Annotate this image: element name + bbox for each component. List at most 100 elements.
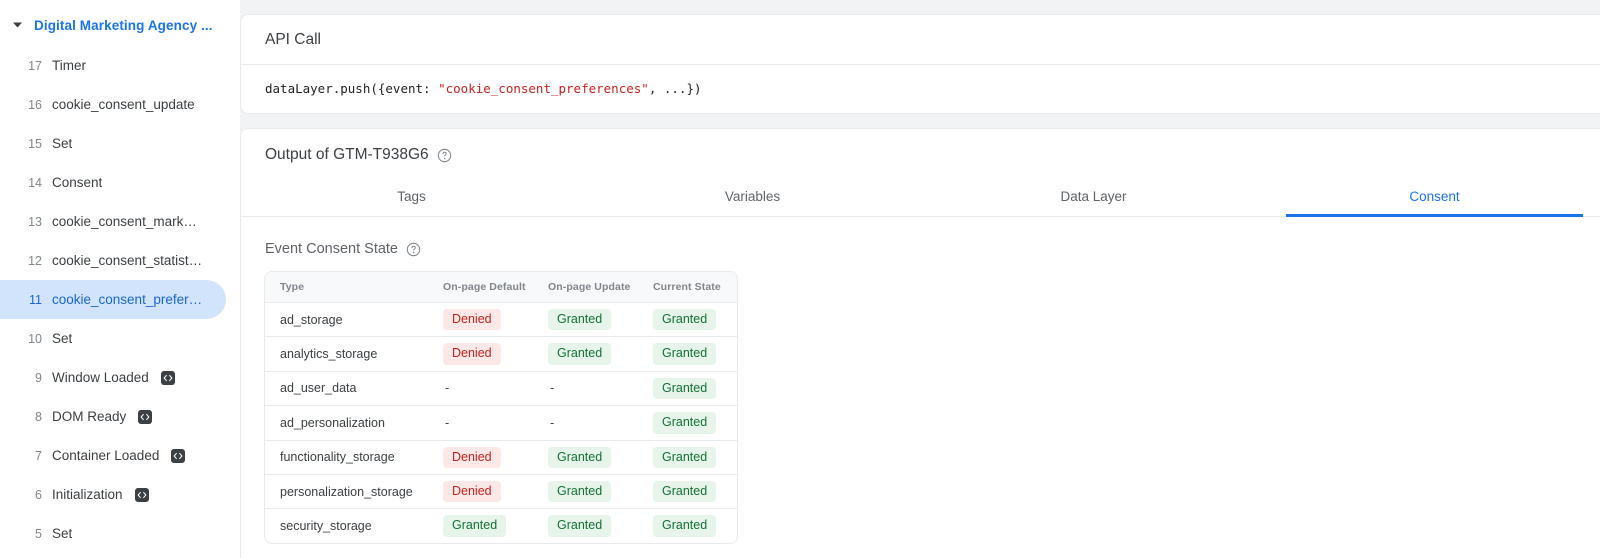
consent-type-label: functionality_storage <box>280 450 395 464</box>
sidebar-item-number: 15 <box>26 137 42 151</box>
sidebar-item-initialization[interactable]: 6 Initialization <box>0 475 226 514</box>
help-circle-icon[interactable] <box>437 148 452 163</box>
output-title-row: Output of GTM-T938G6 <box>241 129 1600 164</box>
table-header: TypeOn-page DefaultOn-page UpdateCurrent… <box>265 272 738 303</box>
status-badge: Granted <box>548 309 611 330</box>
sidebar-item-label: cookie_consent_statistics <box>52 253 204 268</box>
cell-current-state: Granted <box>653 303 738 337</box>
sidebar-item-label: cookie_consent_update <box>52 97 195 112</box>
main-panel: API Call dataLayer.push({event: "cookie_… <box>240 0 1600 558</box>
cell-on-page-update: - <box>548 406 653 440</box>
gtm-preview-screen: Digital Marketing Agency ... 17Timer 16 co… <box>0 0 1600 558</box>
status-badge: Granted <box>653 515 716 536</box>
api-call-card: API Call dataLayer.push({event: "cookie_… <box>240 14 1600 114</box>
table-row: personalization_storageDeniedGrantedGran… <box>265 474 738 508</box>
consent-state-table-wrapper: TypeOn-page DefaultOn-page UpdateCurrent… <box>264 271 738 544</box>
sidebar-item-label: Set <box>52 136 72 151</box>
consent-type-label: ad_personalization <box>280 416 385 430</box>
sidebar-item-label: Timer <box>52 58 86 73</box>
column-header-current-state: Current State <box>653 272 738 303</box>
sidebar-item-set[interactable]: 10Set <box>0 319 226 358</box>
cell-on-page-default: - <box>443 371 548 405</box>
sidebar-item-number: 7 <box>26 449 42 463</box>
cell-consent-type: functionality_storage <box>265 440 443 474</box>
consent-type-label: ad_user_data <box>280 381 356 395</box>
cell-on-page-update: Granted <box>548 474 653 508</box>
cell-current-state: Granted <box>653 474 738 508</box>
consent-type-label: ad_storage <box>280 313 343 327</box>
sidebar-item-cookie-consent-statistics[interactable]: 12cookie_consent_statistics <box>0 241 226 280</box>
tab-variables[interactable]: Variables <box>582 178 923 216</box>
sidebar-item-number: 5 <box>26 527 42 541</box>
tab-consent[interactable]: Consent <box>1264 178 1600 216</box>
sidebar-item-set[interactable]: 15 Set <box>0 124 226 163</box>
code-snippet-icon <box>161 371 175 385</box>
sidebar-item-number: 10 <box>26 332 42 346</box>
sidebar-item-cookie-consent-update[interactable]: 16 cookie_consent_update <box>0 85 226 124</box>
sidebar-header[interactable]: Digital Marketing Agency ... <box>0 8 240 42</box>
cell-on-page-default: Denied <box>443 337 548 371</box>
sidebar-item-container-loaded[interactable]: 7Container Loaded <box>0 436 226 475</box>
help-circle-icon[interactable] <box>406 242 421 257</box>
status-badge: Granted <box>548 447 611 468</box>
sidebar-item-label: Initialization <box>52 487 123 502</box>
status-badge: Granted <box>653 481 716 502</box>
sidebar-item-cookie-consent-prefere[interactable]: 11 cookie_consent_prefere... <box>0 280 226 319</box>
code-snippet-icon <box>138 410 152 424</box>
empty-value: - <box>548 381 554 395</box>
status-badge: Granted <box>653 378 716 399</box>
sidebar-item-number: 11 <box>26 293 42 307</box>
sidebar-item-number: 13 <box>26 215 42 229</box>
table-row: ad_storageDeniedGrantedGranted <box>265 303 738 337</box>
code-snippet-icon <box>135 488 149 502</box>
cell-on-page-update: - <box>548 371 653 405</box>
cell-on-page-update: Granted <box>548 509 653 543</box>
cell-on-page-default: Granted <box>443 509 548 543</box>
table-header-row: TypeOn-page DefaultOn-page UpdateCurrent… <box>265 272 738 303</box>
sidebar-item-number: 6 <box>26 488 42 502</box>
consent-type-label: security_storage <box>280 519 372 533</box>
cell-on-page-default: Denied <box>443 303 548 337</box>
consent-type-label: personalization_storage <box>280 485 413 499</box>
empty-value: - <box>548 416 554 430</box>
table-row: ad_user_data - - Granted <box>265 371 738 405</box>
cell-current-state: Granted <box>653 337 738 371</box>
consent-state-table: TypeOn-page DefaultOn-page UpdateCurrent… <box>265 272 738 543</box>
sidebar-item-dom-ready[interactable]: 8DOM Ready <box>0 397 226 436</box>
sidebar-item-timer[interactable]: 17Timer <box>0 46 226 85</box>
column-header-on-page-default: On-page Default <box>443 272 548 303</box>
tab-tags[interactable]: Tags <box>241 178 582 216</box>
output-card: Output of GTM-T938G6 TagsVariablesData L… <box>240 128 1600 558</box>
event-consent-state-title-row: Event Consent State <box>241 217 1600 257</box>
column-header-type: Type <box>265 272 443 303</box>
api-code-suffix: , ...}) <box>649 81 702 96</box>
status-badge: Granted <box>443 515 506 536</box>
sidebar-item-label: cookie_consent_prefere... <box>52 292 204 307</box>
sidebar-item-cookie-consent-marketi[interactable]: 13cookie_consent_marketi... <box>0 202 226 241</box>
sidebar-item-set[interactable]: 5Set <box>0 514 226 553</box>
cell-on-page-update: Granted <box>548 337 653 371</box>
status-badge: Granted <box>653 309 716 330</box>
status-badge: Granted <box>548 481 611 502</box>
status-badge: Granted <box>653 447 716 468</box>
table-row: ad_personalization--Granted <box>265 406 738 440</box>
api-code-prefix: dataLayer.push({event: <box>265 81 438 96</box>
status-badge: Granted <box>653 343 716 364</box>
event-list: 17Timer 16 cookie_consent_update 15 Set 14Con… <box>0 46 240 553</box>
consent-type-label: analytics_storage <box>280 347 377 361</box>
sidebar-item-consent[interactable]: 14Consent <box>0 163 226 202</box>
sidebar-item-number: 8 <box>26 410 42 424</box>
event-consent-state-title: Event Consent State <box>265 241 398 257</box>
sidebar-item-window-loaded[interactable]: 9Window Loaded <box>0 358 226 397</box>
empty-value: - <box>443 381 449 395</box>
chevron-down-icon[interactable] <box>8 16 26 34</box>
sidebar-item-number: 9 <box>26 371 42 385</box>
status-badge: Granted <box>653 412 716 433</box>
table-row: analytics_storageDeniedGrantedGranted <box>265 337 738 371</box>
status-badge: Granted <box>548 515 611 536</box>
cell-on-page-update: Granted <box>548 440 653 474</box>
sidebar-header-title: Digital Marketing Agency ... <box>34 18 213 33</box>
sidebar-item-number: 16 <box>26 98 42 112</box>
tab-data-layer[interactable]: Data Layer <box>923 178 1264 216</box>
output-title: Output of GTM-T938G6 <box>265 146 429 164</box>
